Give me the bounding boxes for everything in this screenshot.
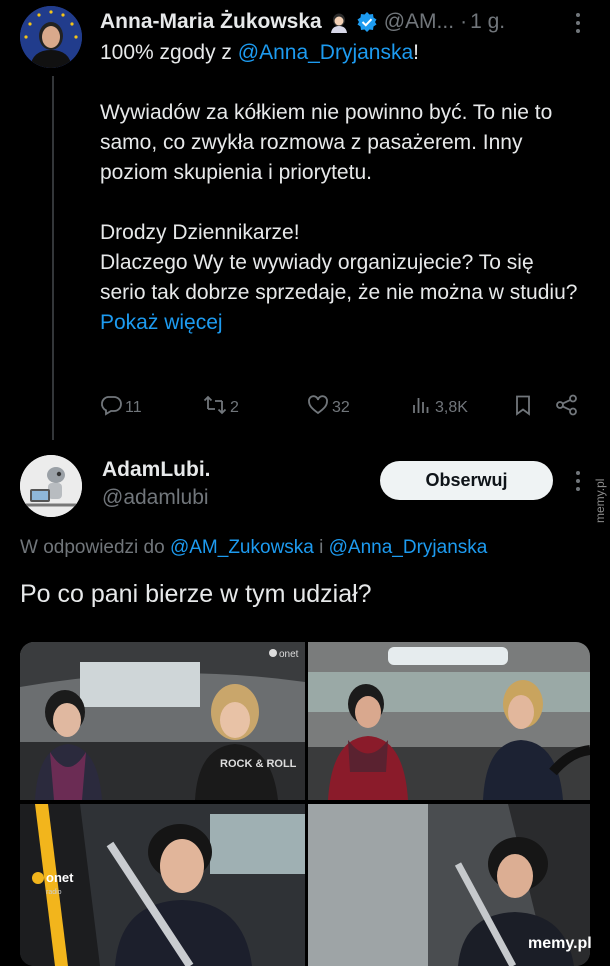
- tweet1-line1: 100% zgody z @Anna_Dryjanska!: [100, 38, 580, 68]
- onet-logo-top: onet: [279, 649, 299, 660]
- tweet1-header: Anna-Maria Żukowska @AM... · 1 g.: [100, 8, 590, 36]
- memy-watermark-side-text: memy.pl: [593, 479, 607, 523]
- tweet2-author-name[interactable]: AdamLubi.: [102, 458, 211, 482]
- verified-badge-icon: [356, 11, 378, 33]
- tweet1-separator: ·: [460, 10, 468, 33]
- avatar-adamlubi[interactable]: [20, 455, 82, 517]
- reply-context: W odpowiedzi do @AM_Zukowska i @Anna_Dry…: [20, 537, 487, 559]
- like-count: 32: [332, 398, 350, 416]
- tweet1-time[interactable]: 1 g.: [470, 10, 505, 34]
- media-image-2[interactable]: [308, 642, 590, 800]
- thread-line: [52, 76, 54, 440]
- tweet1-text-prefix: 100% zgody z: [100, 41, 238, 64]
- bookmark-icon[interactable]: [512, 394, 537, 416]
- onet-logo-sub: radio: [46, 889, 62, 896]
- onet-logo-bottom: onet: [46, 870, 74, 885]
- media-grid[interactable]: ROCK & ROLL onet onet radio: [20, 642, 590, 966]
- tweet1-paragraph2: Wywiadów za kółkiem nie powinno być. To …: [100, 101, 553, 184]
- mention-am-zukowska[interactable]: @AM_Zukowska: [170, 537, 314, 558]
- tweet1-paragraph3-rest: Dlaczego Wy te wywiady organizujecie? To…: [100, 251, 578, 304]
- tweet1-text-suffix: !: [413, 41, 420, 64]
- tweet1-handle[interactable]: @AM...: [384, 10, 454, 34]
- reply-icon: [100, 394, 125, 421]
- tweet1-paragraph3-line1: Drodzy Dziennikarze!: [100, 221, 300, 244]
- reply-count: 11: [125, 398, 142, 416]
- more-icon[interactable]: [568, 468, 588, 494]
- tweet1-author-name[interactable]: Anna-Maria Żukowska: [100, 10, 322, 34]
- shirt-text: ROCK & ROLL: [220, 758, 297, 770]
- follow-button[interactable]: Obserwuj: [380, 461, 553, 500]
- reply-conj: i: [313, 537, 329, 558]
- avatar-anna-maria[interactable]: [20, 6, 82, 68]
- like-button[interactable]: 32: [307, 394, 350, 421]
- mention-anna-dryjanska[interactable]: @Anna_Dryjanska: [329, 537, 488, 558]
- more-icon[interactable]: [568, 10, 588, 36]
- views-button[interactable]: 3,8K: [410, 394, 468, 421]
- woman-tipping-hand-emoji-icon: [328, 11, 350, 33]
- retweet-icon: [203, 394, 230, 421]
- show-more-link[interactable]: Pokaż więcej: [100, 311, 223, 334]
- retweet-button[interactable]: 2: [203, 394, 239, 421]
- reply-prefix: W odpowiedzi do: [20, 537, 170, 558]
- memy-watermark-bottom: memy.pl: [528, 935, 592, 952]
- tweet1-paragraph3: Dlaczego Wy te wywiady organizujecie? To…: [100, 248, 580, 338]
- like-icon: [307, 394, 332, 421]
- reply-button[interactable]: 11: [100, 394, 142, 421]
- tweet1-actions: 11 2 32 3,8K: [100, 394, 590, 422]
- views-icon: [410, 394, 435, 421]
- tweet2-text: Po co pani bierze w tym udział?: [20, 580, 372, 608]
- tweet1-body: 100% zgody z @Anna_Dryjanska! Wywiadów z…: [100, 38, 580, 338]
- retweet-count: 2: [230, 398, 239, 416]
- tweet2-handle[interactable]: @adamlubi: [102, 486, 209, 510]
- media-image-1[interactable]: ROCK & ROLL onet: [20, 642, 305, 800]
- views-count: 3,8K: [435, 398, 468, 416]
- mention-anna-dryjanska[interactable]: @Anna_Dryjanska: [238, 41, 413, 64]
- media-image-3[interactable]: onet radio: [20, 804, 305, 966]
- share-icon[interactable]: [555, 394, 582, 416]
- memy-watermark-side: memy.pl: [592, 445, 608, 525]
